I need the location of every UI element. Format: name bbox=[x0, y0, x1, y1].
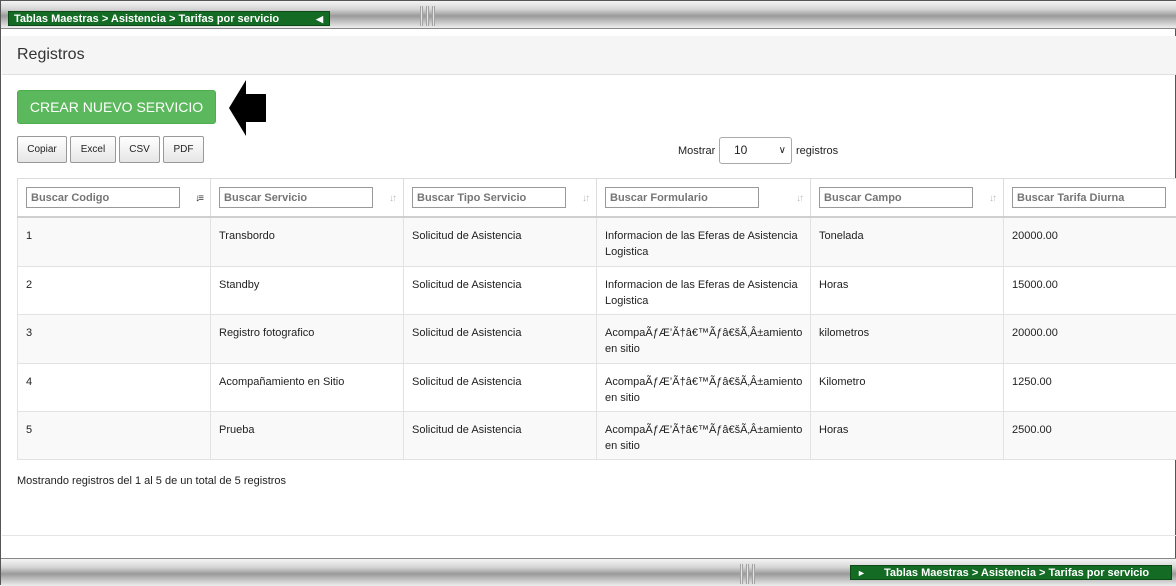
cell-servicio: Registro fotografico bbox=[211, 315, 404, 364]
chevron-down-icon: ∨ bbox=[779, 138, 786, 163]
search-codigo-input[interactable] bbox=[26, 187, 180, 208]
table-row[interactable]: 1 Transbordo Solicitud de Asistencia Inf… bbox=[18, 217, 1176, 267]
length-label-after: registros bbox=[796, 145, 838, 157]
expand-right-icon[interactable]: ► bbox=[857, 566, 866, 581]
table-info: Mostrando registros del 1 al 5 de un tot… bbox=[17, 475, 286, 487]
sort-icon[interactable]: ↓↑ bbox=[389, 193, 395, 204]
cell-tarifa-diurna: 2500.00 bbox=[1004, 412, 1176, 460]
search-tipo-servicio-input[interactable] bbox=[412, 187, 566, 208]
cell-formulario: AcompaÃƒÆ’Ã†â€™Ãƒâ€šÃ‚Â±amiento en sitio bbox=[597, 364, 811, 412]
copy-button[interactable]: Copiar bbox=[17, 136, 67, 163]
cell-tarifa-diurna: 15000.00 bbox=[1004, 267, 1176, 315]
bottom-toolbar: ► Tablas Maestras > Asistencia > Tarifas… bbox=[1, 558, 1176, 586]
cell-formulario: Informacion de las Eferas de Asistencia … bbox=[597, 217, 811, 267]
sort-icon[interactable]: ↓↑ bbox=[582, 193, 588, 204]
cell-tarifa-diurna: 20000.00 bbox=[1004, 217, 1176, 267]
column-header-codigo[interactable]: ↓≡ bbox=[18, 179, 211, 217]
cell-campo: Horas bbox=[811, 267, 1004, 315]
length-label-before: Mostrar bbox=[678, 145, 715, 157]
cell-tipo-servicio: Solicitud de Asistencia bbox=[404, 315, 597, 364]
search-campo-input[interactable] bbox=[819, 187, 973, 208]
table-row[interactable]: 2 Standby Solicitud de Asistencia Inform… bbox=[18, 267, 1176, 315]
cell-servicio: Prueba bbox=[211, 412, 404, 460]
column-header-tipo-servicio[interactable]: ↓↑ bbox=[404, 179, 597, 217]
services-table: ↓≡ ↓↑ ↓↑ ↓↑ ↓↑ bbox=[17, 178, 1176, 460]
header-row: ↓≡ ↓↑ ↓↑ ↓↑ ↓↑ bbox=[18, 179, 1176, 217]
cell-tipo-servicio: Solicitud de Asistencia bbox=[404, 412, 597, 460]
search-servicio-input[interactable] bbox=[219, 187, 373, 208]
page-length-value: 10 bbox=[734, 143, 747, 157]
sort-icon[interactable]: ↓↑ bbox=[989, 193, 995, 204]
cell-servicio: Transbordo bbox=[211, 217, 404, 267]
page-length-select[interactable]: 10 ∨ bbox=[719, 137, 792, 164]
column-header-formulario[interactable]: ↓↑ bbox=[597, 179, 811, 217]
table-row[interactable]: 3 Registro fotografico Solicitud de Asis… bbox=[18, 315, 1176, 364]
cell-tipo-servicio: Solicitud de Asistencia bbox=[404, 267, 597, 315]
cell-campo: Tonelada bbox=[811, 217, 1004, 267]
create-service-button[interactable]: CREAR NUEVO SERVICIO bbox=[17, 90, 216, 124]
search-formulario-input[interactable] bbox=[605, 187, 759, 208]
breadcrumb-text: Tablas Maestras > Asistencia > Tarifas p… bbox=[884, 567, 1149, 579]
cell-servicio: Standby bbox=[211, 267, 404, 315]
pdf-button[interactable]: PDF bbox=[163, 136, 204, 163]
sort-icon[interactable]: ↓↑ bbox=[796, 193, 802, 204]
cell-servicio: Acompañamiento en Sitio bbox=[211, 364, 404, 412]
breadcrumb-top[interactable]: Tablas Maestras > Asistencia > Tarifas p… bbox=[8, 11, 330, 26]
cell-formulario: AcompaÃƒÆ’Ã†â€™Ãƒâ€šÃ‚Â±amiento en sitio bbox=[597, 315, 811, 364]
excel-button[interactable]: Excel bbox=[70, 136, 116, 163]
cell-codigo: 1 bbox=[18, 217, 211, 267]
page-title: Registros bbox=[17, 46, 85, 64]
sort-asc-icon[interactable]: ↓≡ bbox=[195, 193, 202, 204]
app-frame: Tablas Maestras > Asistencia > Tarifas p… bbox=[0, 0, 1176, 585]
cell-formulario: Informacion de las Eferas de Asistencia … bbox=[597, 267, 811, 315]
cell-tarifa-diurna: 20000.00 bbox=[1004, 315, 1176, 364]
column-header-campo[interactable]: ↓↑ bbox=[811, 179, 1004, 217]
pointer-arrow-icon bbox=[229, 80, 267, 136]
drag-handle-icon[interactable] bbox=[731, 563, 763, 585]
cell-codigo: 4 bbox=[18, 364, 211, 412]
cell-formulario: AcompaÃƒÆ’Ã†â€™Ãƒâ€šÃ‚Â±amiento en sitio bbox=[597, 412, 811, 460]
cell-tarifa-diurna: 1250.00 bbox=[1004, 364, 1176, 412]
cell-codigo: 2 bbox=[18, 267, 211, 315]
top-toolbar: Tablas Maestras > Asistencia > Tarifas p… bbox=[1, 1, 1176, 29]
cell-campo: Kilometro bbox=[811, 364, 1004, 412]
csv-button[interactable]: CSV bbox=[119, 136, 160, 163]
drag-handle-icon[interactable] bbox=[411, 5, 443, 27]
column-header-tarifa-diurna[interactable] bbox=[1004, 179, 1176, 217]
search-tarifa-diurna-input[interactable] bbox=[1012, 187, 1166, 208]
cell-tipo-servicio: Solicitud de Asistencia bbox=[404, 217, 597, 267]
cell-campo: kilometros bbox=[811, 315, 1004, 364]
table-row[interactable]: 4 Acompañamiento en Sitio Solicitud de A… bbox=[18, 364, 1176, 412]
divider bbox=[2, 535, 1176, 536]
collapse-left-icon[interactable]: ◀ bbox=[316, 12, 323, 27]
cell-tipo-servicio: Solicitud de Asistencia bbox=[404, 364, 597, 412]
breadcrumb-bottom[interactable]: ► Tablas Maestras > Asistencia > Tarifas… bbox=[850, 565, 1172, 580]
panel-header: Registros bbox=[2, 36, 1176, 75]
breadcrumb-text: Tablas Maestras > Asistencia > Tarifas p… bbox=[14, 13, 279, 25]
cell-codigo: 5 bbox=[18, 412, 211, 460]
cell-codigo: 3 bbox=[18, 315, 211, 364]
cell-campo: Horas bbox=[811, 412, 1004, 460]
column-header-servicio[interactable]: ↓↑ bbox=[211, 179, 404, 217]
table-row[interactable]: 5 Prueba Solicitud de Asistencia AcompaÃ… bbox=[18, 412, 1176, 460]
